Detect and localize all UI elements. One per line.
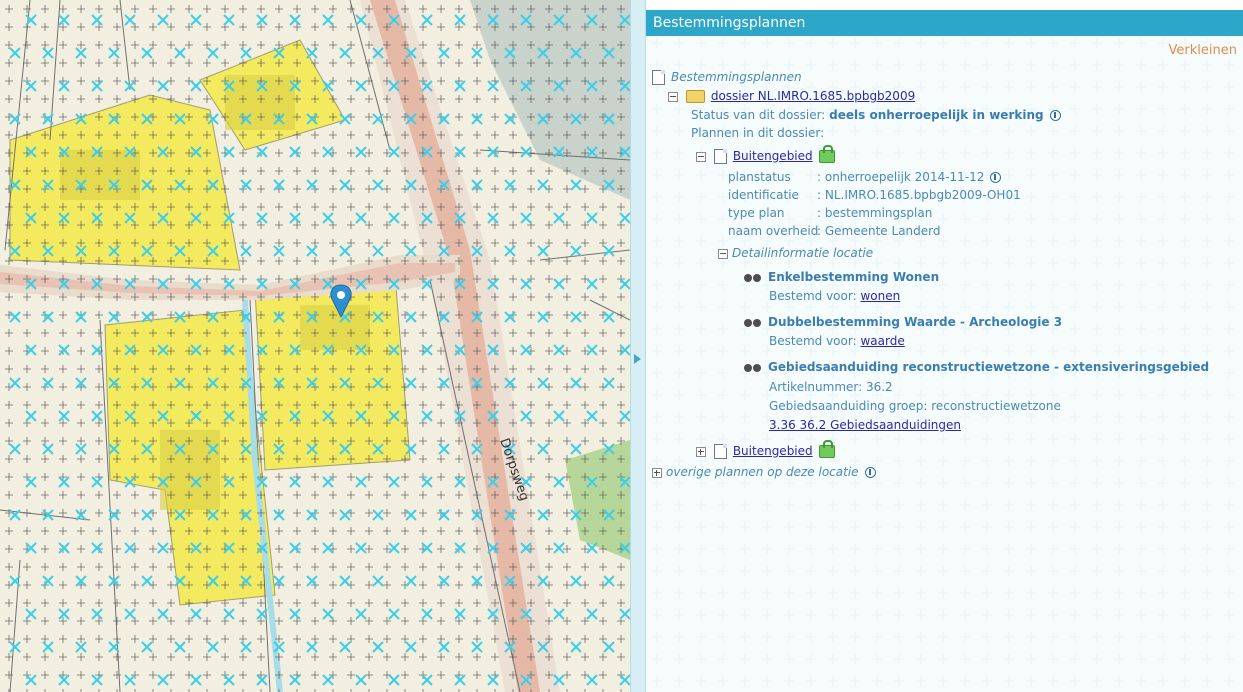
plan-field: identificatie : NL.IMRO.1685.bpbgb2009-OH… [728, 186, 1021, 204]
plan-1-link[interactable]: Buitengebied [733, 149, 813, 163]
document-icon [652, 70, 665, 85]
detail-title: Dubbelbestemming Waarde - Archeologie 3 [768, 315, 1063, 329]
panel-title: Bestemmingsplannen [646, 10, 1243, 36]
binoculars-icon[interactable] [742, 272, 764, 284]
folder-icon [685, 90, 705, 103]
detail-sub: Bestemd voor: waarde [769, 332, 905, 350]
detail-sub-link[interactable]: wonen [860, 289, 900, 303]
detail-line: Gebiedsaanduiding groep: reconstructiewe… [769, 399, 1061, 413]
plan-field: naam overheid: Gemeente Landerd [728, 222, 941, 240]
tree-detail[interactable]: Detailinformatie locatie [718, 244, 873, 262]
detail-sub-label: Bestemd voor: [769, 289, 857, 303]
dossier-status-value: deels onherroepelijk in werking [829, 108, 1044, 122]
detail-sub-link[interactable]: waarde [860, 334, 904, 348]
dossier-link[interactable]: dossier NL.IMRO.1685.bpbgb2009 [711, 89, 915, 103]
detail-item[interactable]: Gebiedsaanduiding reconstructiewetzone -… [742, 358, 1209, 376]
map-plus-pattern [0, 0, 630, 692]
plan-field: type plan : bestemmingsplan [728, 204, 932, 222]
document-icon [713, 444, 727, 459]
info-icon[interactable] [864, 467, 876, 478]
other-plans-label: overige plannen op deze locatie [666, 465, 859, 479]
tree-dossier[interactable]: dossier NL.IMRO.1685.bpbgb2009 [668, 87, 915, 105]
dossier-status-label: Status van dit dossier: [691, 108, 826, 122]
detail-item[interactable]: Enkelbestemming Wonen [742, 268, 939, 286]
detail-item[interactable]: Dubbelbestemming Waarde - Archeologie 3 [742, 313, 1062, 331]
field-value: : Gemeente Landerd [817, 224, 941, 238]
field-key: type plan [728, 206, 785, 220]
expand-icon[interactable] [696, 446, 706, 457]
collapse-link[interactable]: Verkleinen [1169, 43, 1237, 58]
tree-plan-2[interactable]: Buitengebied [696, 440, 835, 460]
detail-sub: Bestemd voor: wonen [769, 287, 900, 305]
plan-field: planstatus : onherroepelijk 2014-11-12 [728, 168, 1002, 186]
lock-icon [818, 145, 835, 163]
dossier-plans-label: Plannen in dit dossier: [691, 126, 825, 140]
dossier-status: Status van dit dossier: deels onherroepe… [691, 106, 1061, 124]
expand-arrow-icon[interactable] [634, 354, 641, 364]
binoculars-icon[interactable] [742, 362, 764, 374]
field-value: : NL.IMRO.1685.bpbgb2009-OH01 [817, 188, 1021, 202]
detail-link[interactable]: 3.36 36.2 Gebiedsaanduidingen [769, 418, 961, 432]
collapse-icon[interactable] [696, 151, 706, 162]
detail-article-link[interactable]: 3.36 36.2 Gebiedsaanduidingen [769, 416, 961, 434]
lock-icon [818, 440, 835, 458]
info-panel: Bestemmingsplannen Verkleinen Bestemming… [646, 10, 1243, 692]
info-icon[interactable] [1049, 110, 1061, 121]
detail-sub-label: Bestemd voor: [769, 334, 857, 348]
tree-other-plans[interactable]: overige plannen op deze locatie [652, 463, 876, 481]
collapse-icon[interactable] [718, 248, 728, 259]
binoculars-icon[interactable] [742, 317, 764, 329]
detail-line: Artikelnummer: 36.2 [769, 380, 893, 394]
field-key: planstatus [728, 170, 791, 184]
tree-root-label: Bestemmingsplannen [671, 70, 802, 84]
field-key: identificatie [728, 188, 799, 202]
field-value: : bestemmingsplan [817, 206, 933, 220]
tree-root[interactable]: Bestemmingsplannen [652, 68, 802, 86]
panel-divider[interactable] [630, 0, 646, 692]
info-icon[interactable] [990, 172, 1002, 183]
detail-label: Detailinformatie locatie [732, 246, 874, 260]
collapse-icon[interactable] [668, 91, 678, 102]
field-value: : onherroepelijk 2014-11-12 [817, 170, 985, 184]
detail-title: Enkelbestemming Wonen [768, 270, 940, 284]
plan-2-link[interactable]: Buitengebied [733, 444, 813, 458]
detail-title: Gebiedsaanduiding reconstructiewetzone -… [768, 360, 1210, 374]
expand-icon[interactable] [652, 467, 662, 478]
map-view[interactable]: Dorpsweg [0, 0, 630, 692]
document-icon [713, 149, 727, 164]
field-key: naam overheid [728, 224, 819, 238]
tree-plan-1[interactable]: Buitengebied [696, 145, 835, 165]
map-canvas[interactable]: Dorpsweg [0, 0, 630, 692]
